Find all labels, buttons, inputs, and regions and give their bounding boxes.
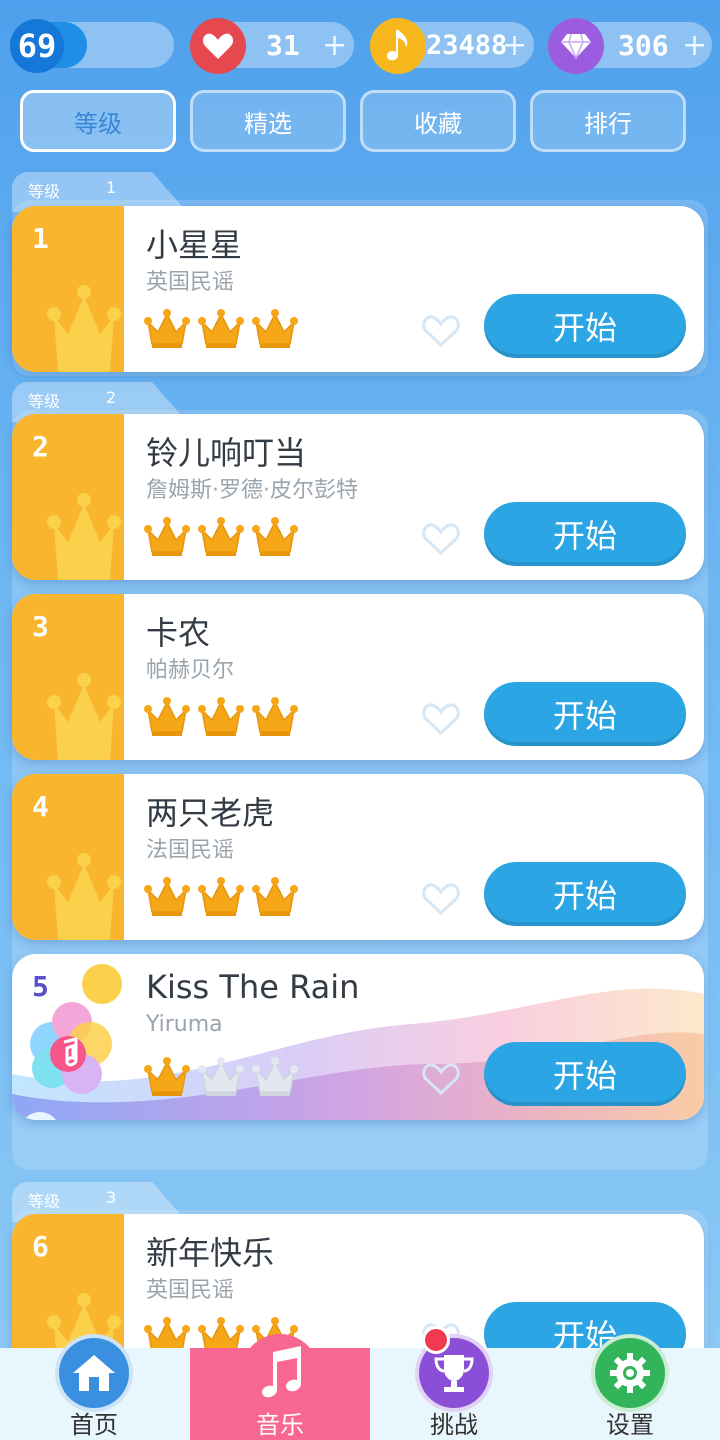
song-title: 卡农 — [146, 614, 211, 652]
nav-label: 挑战 — [430, 1411, 478, 1439]
level-group-label: 等级 — [28, 1192, 61, 1211]
crown-icon — [198, 1056, 244, 1102]
song-artist: 法国民谣 — [146, 838, 235, 863]
gems-value: 306 — [618, 28, 669, 62]
notification-badge — [422, 1326, 450, 1354]
crown-watermark-icon — [44, 484, 124, 580]
nav-challenge[interactable]: 挑战 — [364, 1326, 544, 1440]
song-number: 2 — [32, 430, 49, 463]
start-button[interactable]: 开始 — [484, 1042, 686, 1106]
level-group-label: 等级 — [28, 182, 61, 201]
song-artist: 帕赫贝尔 — [146, 658, 235, 683]
song-artist: 詹姆斯·罗德·皮尔彭特 — [146, 478, 358, 503]
crown-icon — [198, 308, 244, 354]
song-level-side — [12, 774, 124, 940]
heart-icon — [190, 18, 246, 74]
nav-music[interactable]: 音乐 — [190, 1334, 370, 1440]
crown-icon — [144, 696, 190, 742]
song-artist: 英国民谣 — [146, 270, 235, 295]
nav-settings[interactable]: 设置 — [540, 1334, 720, 1440]
song-number: 3 — [32, 610, 49, 643]
crown-icon — [144, 876, 190, 922]
crown-icon — [252, 516, 298, 562]
song-title: 铃儿响叮当 — [146, 434, 307, 472]
tab-ranking[interactable]: 排行 — [530, 90, 686, 152]
bottom-navigation: 首页 音乐 挑战 设置 — [0, 1326, 720, 1440]
song-rating — [144, 308, 298, 354]
song-rating — [144, 1056, 298, 1102]
add-hearts-button[interactable]: + — [322, 22, 347, 68]
level-group-number: 3 — [106, 1188, 117, 1207]
crown-icon — [198, 696, 244, 742]
song-card[interactable]: 4 两只老虎 法国民谣 开始 — [12, 774, 704, 940]
music-note-currency-icon — [370, 18, 426, 74]
song-rating — [144, 876, 298, 922]
crown-icon — [252, 308, 298, 354]
song-artist: Yiruma — [146, 1012, 223, 1037]
song-artist: 英国民谣 — [146, 1278, 235, 1303]
song-title: Kiss The Rain — [146, 968, 360, 1006]
crown-watermark-icon — [44, 276, 124, 372]
start-button[interactable]: 开始 — [484, 502, 686, 566]
start-button[interactable]: 开始 — [484, 862, 686, 926]
crown-icon — [198, 516, 244, 562]
tab-level[interactable]: 等级 — [20, 90, 176, 152]
tab-favorites[interactable]: 收藏 — [360, 90, 516, 152]
favorite-heart-icon[interactable] — [422, 882, 460, 920]
song-number: 6 — [32, 1230, 49, 1263]
favorite-heart-icon[interactable] — [422, 1062, 460, 1100]
start-button[interactable]: 开始 — [484, 682, 686, 746]
favorite-heart-icon[interactable] — [422, 522, 460, 560]
crown-watermark-icon — [44, 664, 124, 760]
song-title: 两只老虎 — [146, 794, 275, 832]
nav-label: 设置 — [606, 1411, 654, 1439]
song-rating — [144, 516, 298, 562]
level-badge[interactable]: 69 — [10, 19, 64, 73]
song-card[interactable]: 5 Kiss The Rain Yiruma 开始 — [12, 954, 704, 1120]
add-gems-button[interactable]: + — [682, 22, 707, 68]
crown-icon — [198, 876, 244, 922]
song-number: 1 — [32, 222, 49, 255]
song-rating — [144, 696, 298, 742]
crown-icon — [144, 308, 190, 354]
song-number: 5 — [32, 970, 49, 1003]
crown-icon — [144, 1056, 190, 1102]
song-card[interactable]: 2 铃儿响叮当 詹姆斯·罗德·皮尔彭特 开始 — [12, 414, 704, 580]
diamond-icon — [548, 18, 604, 74]
level-group-label: 等级 — [28, 392, 61, 411]
start-button[interactable]: 开始 — [484, 294, 686, 358]
nav-home[interactable]: 首页 — [4, 1334, 184, 1440]
crown-icon — [252, 1056, 298, 1102]
level-group-number: 2 — [106, 388, 117, 407]
crown-icon — [252, 876, 298, 922]
song-title: 小星星 — [146, 226, 243, 264]
home-icon — [55, 1334, 133, 1412]
song-level-side — [12, 594, 124, 760]
level-value: 69 — [17, 27, 57, 65]
top-status-bar: 69 31 + 23488 + 306 + — [0, 0, 720, 90]
add-notes-button[interactable]: + — [502, 22, 527, 68]
song-level-side — [12, 414, 124, 580]
nav-label: 首页 — [70, 1411, 118, 1439]
favorite-heart-icon[interactable] — [422, 314, 460, 352]
level-group-number: 1 — [106, 178, 117, 197]
crown-icon — [252, 696, 298, 742]
gear-icon — [591, 1334, 669, 1412]
music-note-icon — [241, 1334, 319, 1412]
song-number: 4 — [32, 790, 49, 823]
favorite-heart-icon[interactable] — [422, 702, 460, 740]
song-card[interactable]: 3 卡农 帕赫贝尔 开始 — [12, 594, 704, 760]
song-title: 新年快乐 — [146, 1234, 275, 1272]
crown-icon — [144, 516, 190, 562]
song-level-side — [12, 206, 124, 372]
nav-label: 音乐 — [256, 1411, 304, 1439]
tab-featured[interactable]: 精选 — [190, 90, 346, 152]
notes-value: 23488 — [426, 29, 508, 61]
hearts-value: 31 — [266, 28, 300, 62]
song-card[interactable]: 1 小星星 英国民谣 开始 — [12, 206, 704, 372]
crown-watermark-icon — [44, 844, 124, 940]
